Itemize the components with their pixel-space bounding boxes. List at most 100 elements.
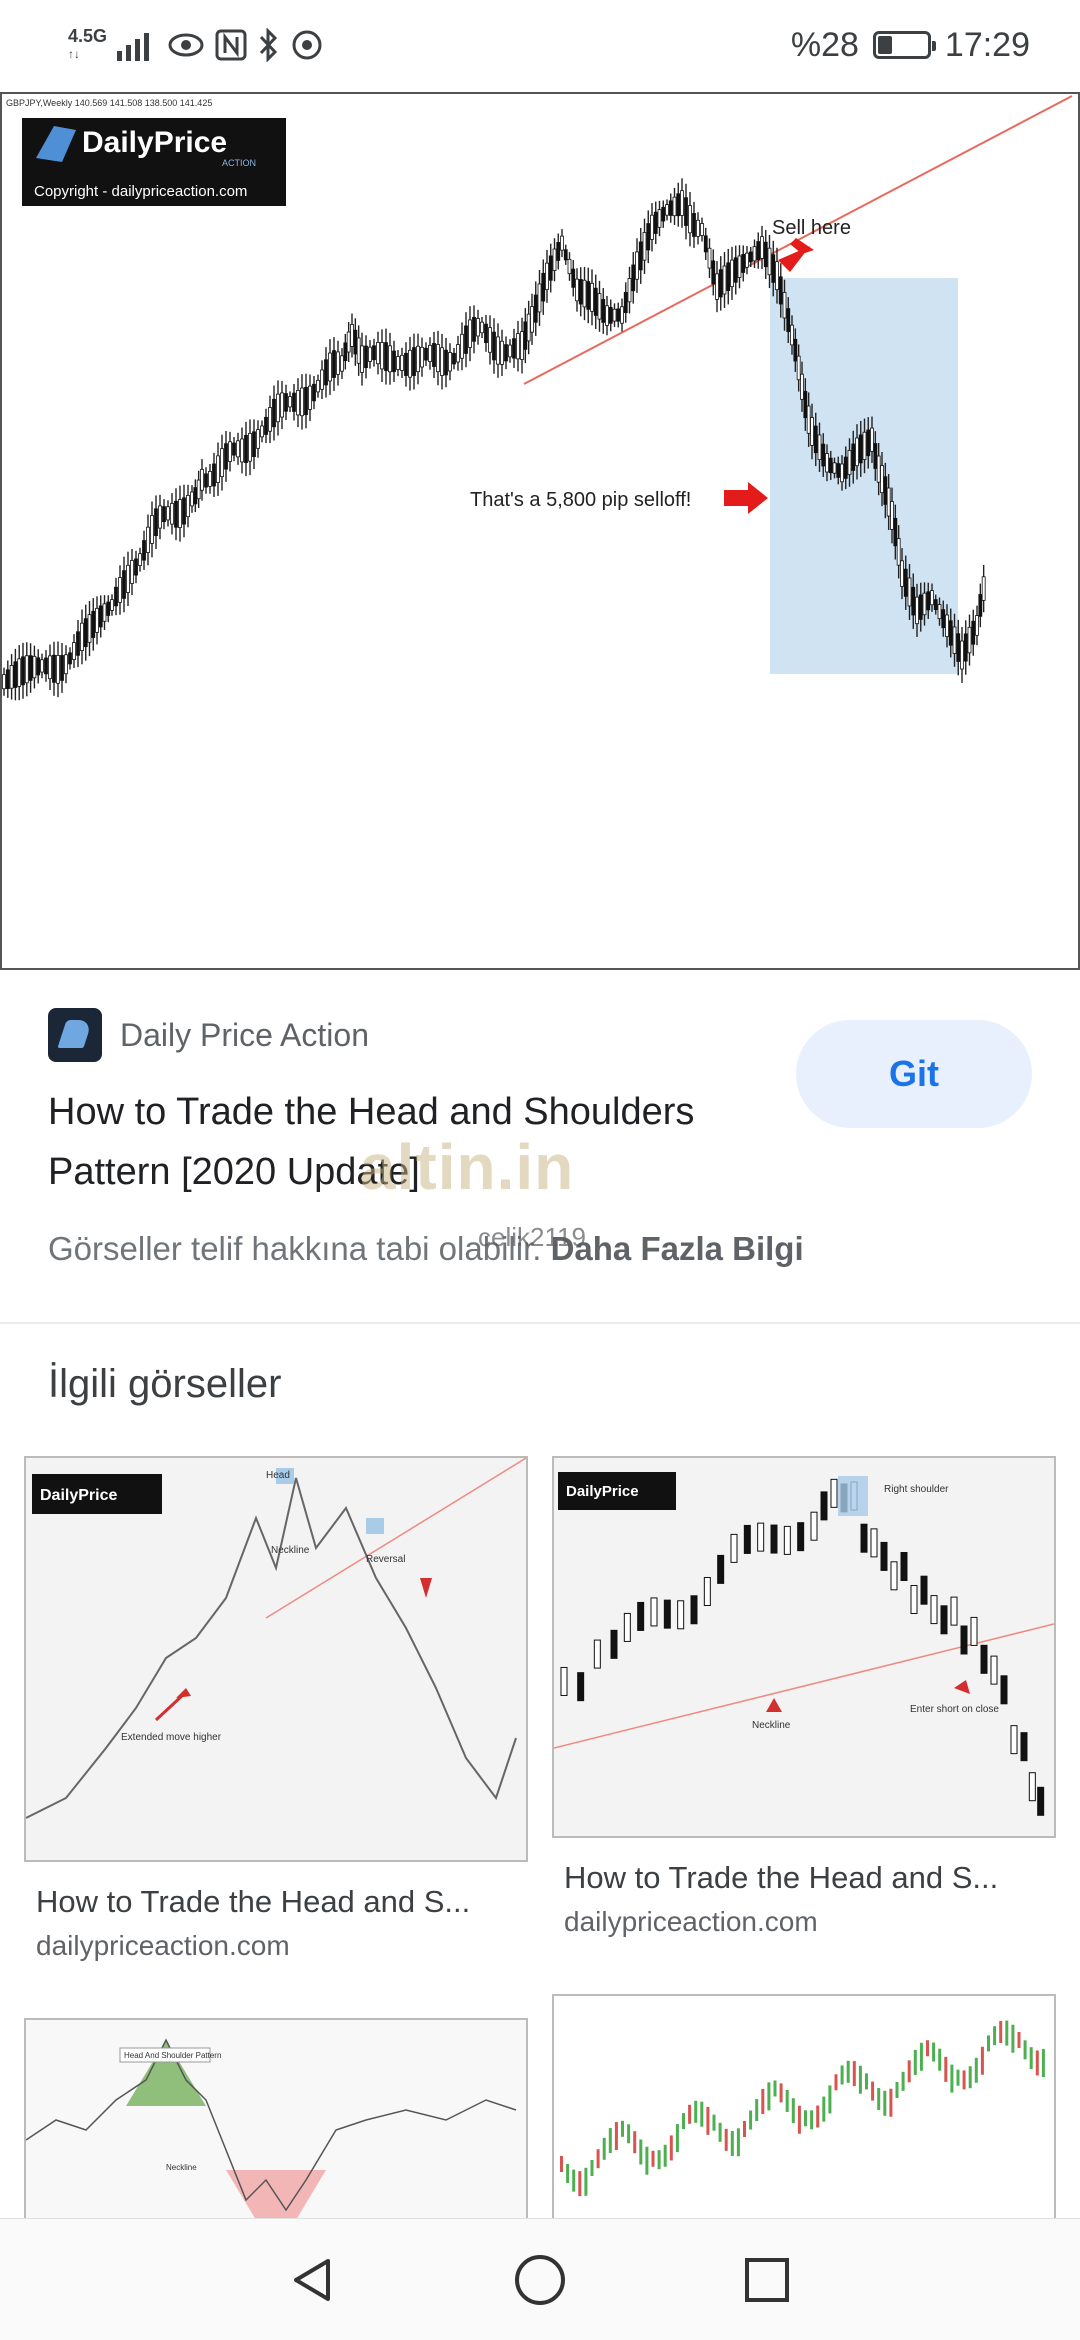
thumb2-candle [830, 1478, 838, 1508]
thumb4-candle [810, 2110, 814, 2130]
price-candle-body [60, 655, 64, 681]
thumb4-candle [938, 2048, 942, 2071]
price-candle-body [563, 249, 568, 261]
price-candle-body [456, 344, 460, 363]
price-candle-body [436, 344, 440, 373]
price-candle-body [937, 604, 942, 620]
thumb2-candle [623, 1612, 631, 1642]
price-candle-body [408, 349, 412, 378]
copyright-notice: Görseller telif hakkına tabi olabilir. D… [48, 1230, 804, 1268]
price-candle-body [126, 564, 130, 593]
price-candle-body [400, 354, 404, 371]
price-candle-body [150, 515, 154, 544]
price-candle-body [512, 338, 516, 359]
thumb2-candle [820, 1491, 828, 1521]
price-candle-body [530, 306, 534, 333]
price-candle-body [64, 654, 68, 675]
price-candle-body [36, 657, 41, 676]
thumb4-candle [883, 2090, 887, 2116]
price-candle-body [170, 503, 174, 525]
price-candle-body [730, 259, 734, 288]
price-candle-body [767, 247, 772, 276]
price-candle-body [268, 407, 272, 432]
divider [0, 1322, 1080, 1324]
watermark-user: celik2119 [478, 1222, 586, 1252]
price-candle-body [638, 241, 643, 271]
price-candle-body [248, 432, 252, 462]
price-candle-body [504, 344, 508, 362]
price-candle-body [162, 506, 166, 523]
thumb4-candle [602, 2137, 606, 2160]
watermark: altin.in [360, 1131, 575, 1203]
price-candle-body [696, 219, 700, 237]
related-image-4[interactable] [552, 1994, 1056, 2222]
price-candle-body [384, 342, 388, 371]
price-candle-body [700, 223, 704, 236]
thumb4-candle [608, 2128, 612, 2154]
thumb2-candle [910, 1585, 918, 1615]
price-candle-body [631, 264, 636, 292]
thumb4-candle [919, 2042, 923, 2071]
price-candle-body [260, 425, 264, 438]
price-candle-body [620, 306, 624, 324]
price-candle-body [496, 336, 500, 365]
price-candle-body [703, 235, 708, 253]
price-candle-body [726, 262, 731, 291]
price-candle-body [353, 329, 358, 355]
price-candle-body [967, 626, 972, 654]
price-candle-body [843, 456, 848, 479]
main-image-preview[interactable]: GBPJPY,Weekly 140.569 141.508 138.500 14… [0, 92, 1080, 970]
price-candle-body [21, 656, 25, 686]
price-candle-body [748, 251, 753, 263]
price-candle-body [40, 659, 44, 673]
thumb2-candle [1028, 1772, 1036, 1802]
thumb4-candle [700, 2101, 704, 2127]
price-candle-body [593, 287, 598, 316]
price-candle-body [836, 463, 841, 478]
price-candle-body [586, 281, 591, 310]
thumb2-candle [870, 1528, 878, 1558]
price-candle-body [886, 487, 891, 517]
price-candle-body [110, 599, 114, 611]
system-nav-bar [0, 2218, 1080, 2340]
price-candle-body [646, 223, 651, 251]
thumb2-candle [880, 1541, 888, 1571]
price-candle-body [737, 255, 742, 278]
thumb1-logo-text: DailyPrice [40, 1487, 117, 1504]
price-candle-body [138, 553, 142, 567]
back-button[interactable] [283, 2250, 343, 2310]
thumb4-candle [944, 2056, 948, 2082]
thumb2-candle [690, 1595, 698, 1625]
more-info-link[interactable]: Daha Fazla Bilgi [551, 1230, 804, 1267]
related-image-2[interactable]: DailyPrice Right shoulder Neckline Enter… [552, 1456, 1056, 1838]
price-candle-body [601, 299, 606, 323]
thumb4-candle [785, 2089, 789, 2112]
related-image-1-title[interactable]: How to Trade the Head and S... [36, 1884, 470, 1920]
open-site-button[interactable]: Git [796, 1020, 1032, 1128]
related-image-2-title[interactable]: How to Trade the Head and S... [564, 1860, 998, 1896]
network-activity: ↑↓ [68, 47, 80, 61]
thumb4-candle [736, 2128, 740, 2157]
price-candle-body [500, 340, 504, 365]
price-candle-body [893, 517, 898, 547]
price-candle-body [224, 443, 228, 470]
home-button[interactable] [510, 2250, 570, 2310]
thumb4-candle [974, 2057, 978, 2083]
price-candle-body [340, 355, 344, 372]
price-candle-body [154, 508, 158, 536]
related-image-3[interactable]: Head And Shoulder Pattern Neckline [24, 2018, 528, 2222]
price-candle-body [718, 269, 723, 298]
price-candle-body [733, 257, 738, 283]
thumb4-candle [1023, 2040, 1027, 2060]
thumb4-candle [755, 2099, 759, 2122]
price-candle-body [571, 268, 576, 288]
price-candle-body [5, 669, 10, 689]
thumb4-candle [822, 2096, 826, 2122]
related-image-1[interactable]: DailyPrice Head Neckline Reversal Extend… [24, 1456, 528, 1862]
price-candle-body [952, 626, 957, 654]
thumb4-candle [718, 2122, 722, 2142]
price-candle-body [930, 590, 934, 606]
thumb2-candle [797, 1522, 805, 1552]
recents-button[interactable] [737, 2250, 797, 2310]
source-row[interactable]: Daily Price Action [48, 1008, 369, 1062]
